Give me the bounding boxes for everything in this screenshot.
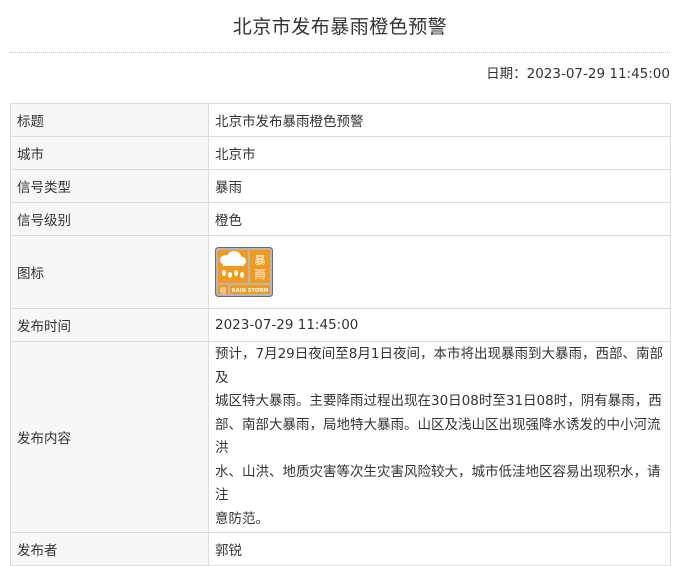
content-line: 城区特大暴雨。主要降雨过程出现在30日08时至31日08时，阴有暴雨，西 (215, 393, 662, 409)
content-line: 预计，7月29日夜间至8月1日夜间，本市将出现暴雨到大暴雨，西部、南部及 (215, 346, 663, 386)
row-label-city: 城市 (10, 136, 209, 170)
row-label-content: 发布内容 (10, 341, 209, 533)
content-line: 水、山洪、地质灾害等次生灾害风险较大，城市低洼地区容易出现积水，请注 (215, 463, 661, 504)
table-row-publisher: 发布者 郭锐 (10, 532, 671, 566)
icon-text-cn-2: 雨 (255, 268, 266, 281)
rainstorm-orange-warning-icon: 暴 雨 橙 RAIN STORM (215, 247, 273, 297)
table-row-signal-type: 信号类型 暴雨 (10, 169, 671, 203)
icon-text-cn-1: 暴 (255, 254, 266, 267)
date-line: 日期：2023-07-29 11:45:00 (486, 62, 670, 82)
table-row-city: 城市 北京市 (10, 136, 671, 170)
title-divider (10, 52, 670, 53)
warning-info-table: 标题 北京市发布暴雨橙色预警 城市 北京市 信号类型 暴雨 信号级别 橙色 图标 (10, 103, 671, 566)
page-title: 北京市发布暴雨橙色预警 (232, 16, 448, 38)
row-label-publish-time: 发布时间 (10, 308, 209, 342)
row-value-signal-level: 橙色 (208, 202, 671, 236)
row-label-signal-level: 信号级别 (10, 202, 209, 236)
row-value-publish-time: 2023-07-29 11:45:00 (208, 308, 671, 342)
row-label-icon: 图标 (10, 235, 209, 309)
icon-level-cn: 橙 (220, 286, 227, 295)
row-value-title: 北京市发布暴雨橙色预警 (208, 103, 671, 137)
date-value: 2023-07-29 11:45:00 (526, 66, 670, 82)
row-value-publisher: 郭锐 (208, 532, 671, 566)
row-label-title: 标题 (10, 103, 209, 137)
table-row-content: 发布内容 预计，7月29日夜间至8月1日夜间，本市将出现暴雨到大暴雨，西部、南部… (10, 341, 671, 533)
table-row-signal-level: 信号级别 橙色 (10, 202, 671, 236)
table-row-publish-time: 发布时间 2023-07-29 11:45:00 (10, 308, 671, 342)
table-row-title: 标题 北京市发布暴雨橙色预警 (10, 103, 671, 137)
table-row-icon: 图标 暴 雨 橙 RAIN STORM (10, 235, 671, 309)
icon-text-en: RAIN STORM (232, 288, 269, 294)
row-value-content: 预计，7月29日夜间至8月1日夜间，本市将出现暴雨到大暴雨，西部、南部及 城区特… (208, 341, 671, 533)
content-line: 部、南部大暴雨，局地特大暴雨。山区及浅山区出现强降水诱发的中小河流洪 (215, 416, 661, 457)
row-value-signal-type: 暴雨 (208, 169, 671, 203)
row-value-city: 北京市 (208, 136, 671, 170)
content-line: 意防范。 (215, 510, 269, 527)
date-label: 日期： (486, 66, 527, 82)
row-label-publisher: 发布者 (10, 532, 209, 566)
row-label-signal-type: 信号类型 (10, 169, 209, 203)
row-value-icon: 暴 雨 橙 RAIN STORM (208, 235, 671, 309)
